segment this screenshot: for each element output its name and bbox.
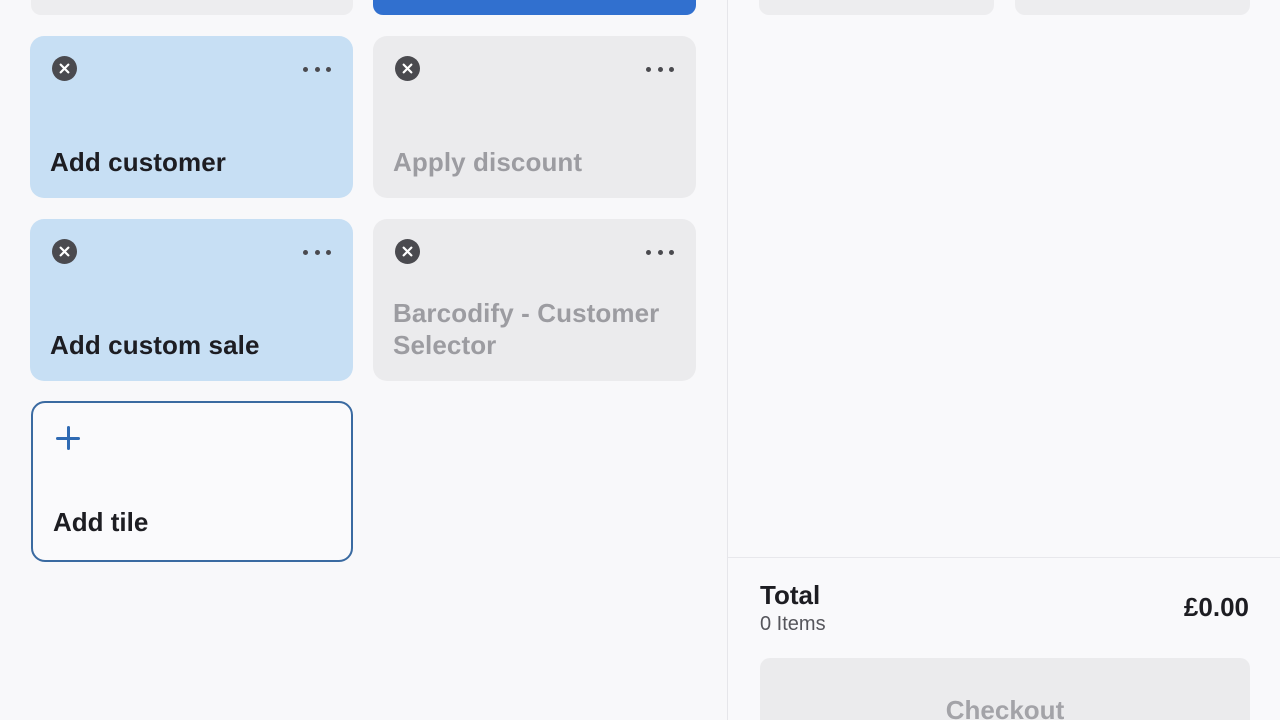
add-tile-button[interactable]: Add tile [31, 401, 353, 562]
remove-tile-icon[interactable] [52, 239, 77, 264]
more-options-icon[interactable] [303, 245, 331, 259]
cart-action-partial-right[interactable] [1015, 0, 1250, 15]
total-label: Total [760, 580, 821, 610]
items-count: 0 Items [760, 613, 826, 635]
tile-label: Barcodify - Customer Selector [393, 298, 660, 360]
more-options-icon[interactable] [646, 245, 674, 259]
plus-icon [55, 425, 81, 451]
more-options-icon[interactable] [303, 62, 331, 76]
pos-app: Add customer Apply discount Add custom s… [0, 0, 1280, 720]
tile-add-custom-sale[interactable]: Add custom sale [30, 219, 353, 381]
tile-partial-grey[interactable] [31, 0, 353, 15]
checkout-button[interactable]: Checkout [760, 658, 1250, 720]
tile-partial-blue[interactable] [373, 0, 696, 15]
cart-action-partial-left[interactable] [759, 0, 994, 15]
more-options-icon[interactable] [646, 62, 674, 76]
remove-tile-icon[interactable] [395, 56, 420, 81]
tile-label: Add custom sale [50, 330, 260, 360]
remove-tile-icon[interactable] [52, 56, 77, 81]
remove-tile-icon[interactable] [395, 239, 420, 264]
tile-add-customer[interactable]: Add customer [30, 36, 353, 198]
cart-panel: Total 0 Items £0.00 Checkout [727, 0, 1280, 720]
tile-apply-discount[interactable]: Apply discount [373, 36, 696, 198]
total-amount: £0.00 [1183, 592, 1249, 622]
add-tile-label: Add tile [53, 507, 149, 537]
tile-barcodify-customer-selector[interactable]: Barcodify - Customer Selector [373, 219, 696, 381]
cart-divider [728, 557, 1280, 558]
tile-label: Add customer [50, 147, 227, 177]
tile-label: Apply discount [393, 147, 583, 177]
